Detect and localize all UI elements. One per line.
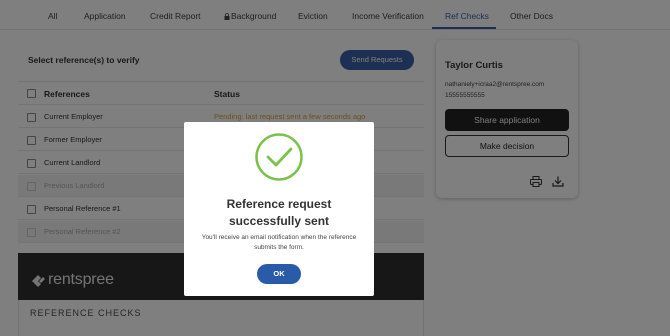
modal-title-line-2: successfully sent [228, 214, 330, 228]
success-modal: Reference request successfully sent You'… [184, 122, 374, 296]
success-check-icon [255, 133, 303, 181]
ok-button[interactable]: OK [257, 264, 301, 284]
modal-title-line-1: Reference request [226, 197, 332, 211]
modal-message: You'll receive an email notification whe… [201, 234, 357, 251]
modal-title: Reference request successfully sent [184, 196, 374, 230]
